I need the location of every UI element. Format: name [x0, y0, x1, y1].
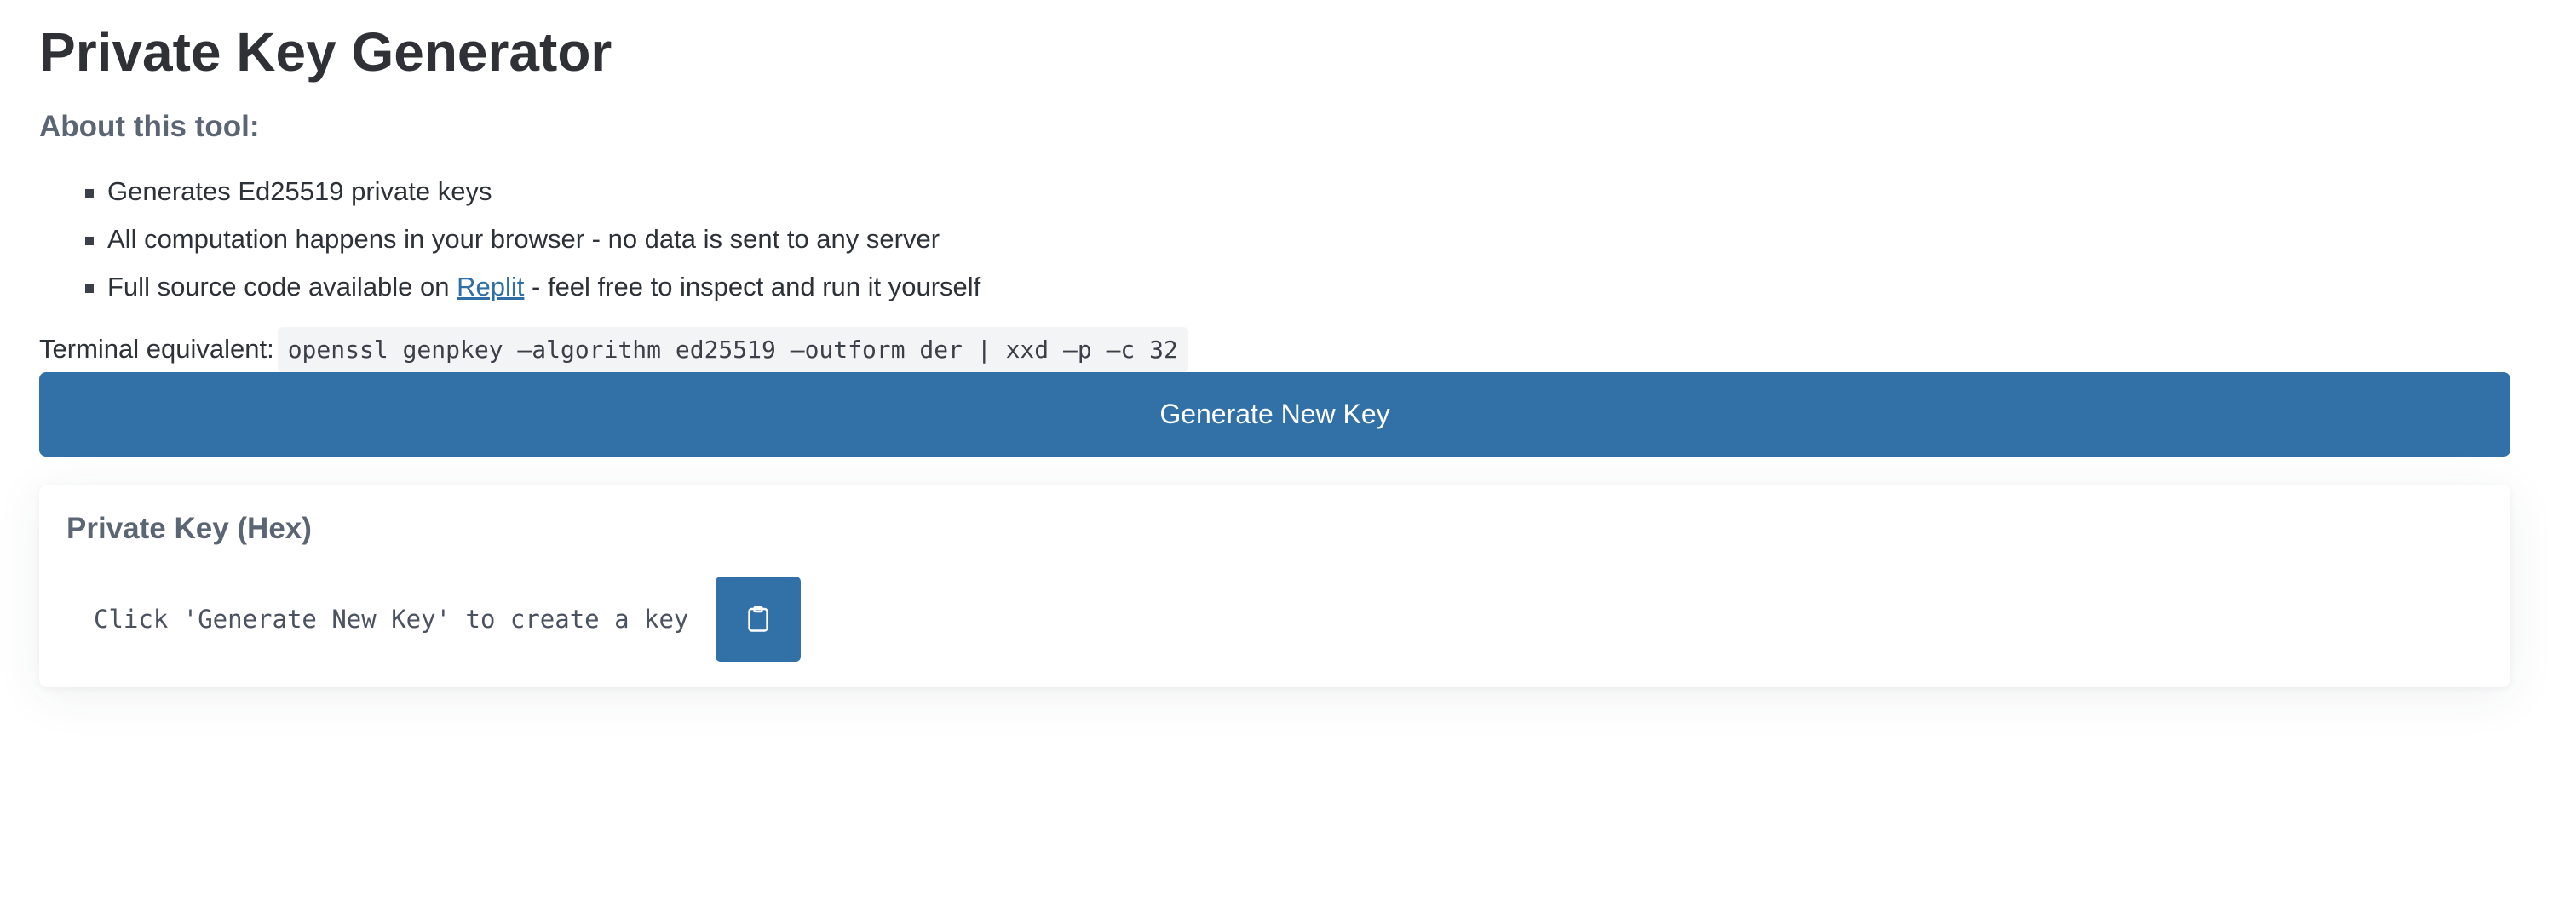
feature-text: All computation happens in your browser … [107, 224, 940, 254]
terminal-command: openssl genpkey –algorithm ed25519 –outf… [277, 326, 1188, 372]
bullet-icon [85, 237, 94, 245]
copy-button[interactable] [716, 577, 802, 662]
list-item: All computation happens in your browser … [85, 215, 2537, 263]
list-item: Full source code available on Replit - f… [85, 263, 2537, 311]
replit-link[interactable]: Replit [457, 272, 524, 301]
bullet-icon [85, 284, 94, 293]
card-title: Private Key (Hex) [66, 512, 312, 545]
bullet-icon [85, 189, 94, 198]
feature-text-prefix: Full source code available on [107, 272, 457, 301]
generate-key-button[interactable]: Generate New Key [39, 372, 2510, 456]
key-row: Click 'Generate New Key' to create a key [66, 577, 2483, 662]
feature-text-suffix: - feel free to inspect and run it yourse… [524, 272, 981, 301]
list-item: Generates Ed25519 private keys [85, 168, 2537, 215]
private-key-output: Click 'Generate New Key' to create a key [94, 605, 689, 634]
feature-list: Generates Ed25519 private keys All compu… [39, 168, 2537, 311]
private-key-card: Private Key (Hex) Click 'Generate New Ke… [39, 485, 2510, 687]
feature-text: Generates Ed25519 private keys [107, 176, 492, 206]
page-title: Private Key Generator [39, 21, 612, 83]
terminal-equivalent: Terminal equivalent: openssl genpkey –al… [39, 326, 2537, 372]
about-heading: About this tool: [39, 110, 260, 143]
terminal-label: Terminal equivalent: [39, 334, 274, 364]
page: Private Key Generator About this tool: G… [0, 0, 2576, 913]
clipboard-icon [748, 606, 769, 632]
